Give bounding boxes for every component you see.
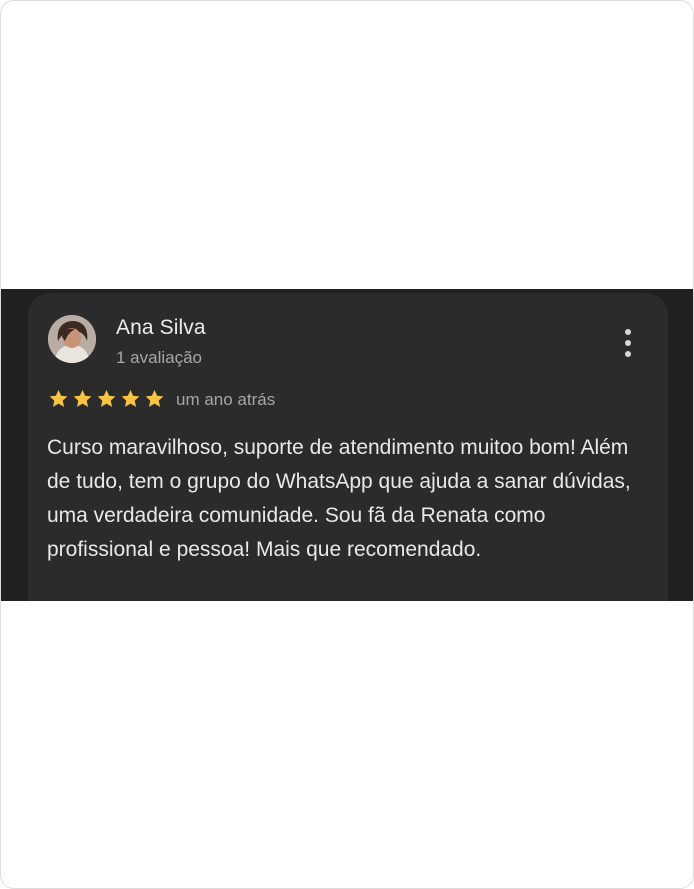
star-icon <box>73 390 92 407</box>
avatar-photo <box>48 315 96 363</box>
review-strip: Ana Silva 1 avaliação um ano atrás Curso… <box>1 289 693 601</box>
star-icon <box>49 390 68 407</box>
review-text: Curso maravilhoso, suporte de atendiment… <box>47 436 631 561</box>
more-vert-icon-dot <box>625 351 631 357</box>
star-rating <box>47 388 166 410</box>
star-icon <box>97 390 116 407</box>
more-options-button[interactable] <box>614 323 642 363</box>
author-review-count: 1 avaliação <box>116 348 203 367</box>
author-name[interactable]: Ana Silva <box>116 316 206 340</box>
screenshot-frame: Ana Silva 1 avaliação um ano atrás Curso… <box>0 0 694 889</box>
more-vert-icon <box>625 329 631 335</box>
star-icon <box>145 390 164 407</box>
more-vert-icon-dot <box>625 340 631 346</box>
star-icon <box>121 390 140 407</box>
review-card: Ana Silva 1 avaliação um ano atrás Curso… <box>28 293 668 601</box>
review-date: um ano atrás <box>176 390 276 409</box>
avatar[interactable] <box>48 315 96 363</box>
